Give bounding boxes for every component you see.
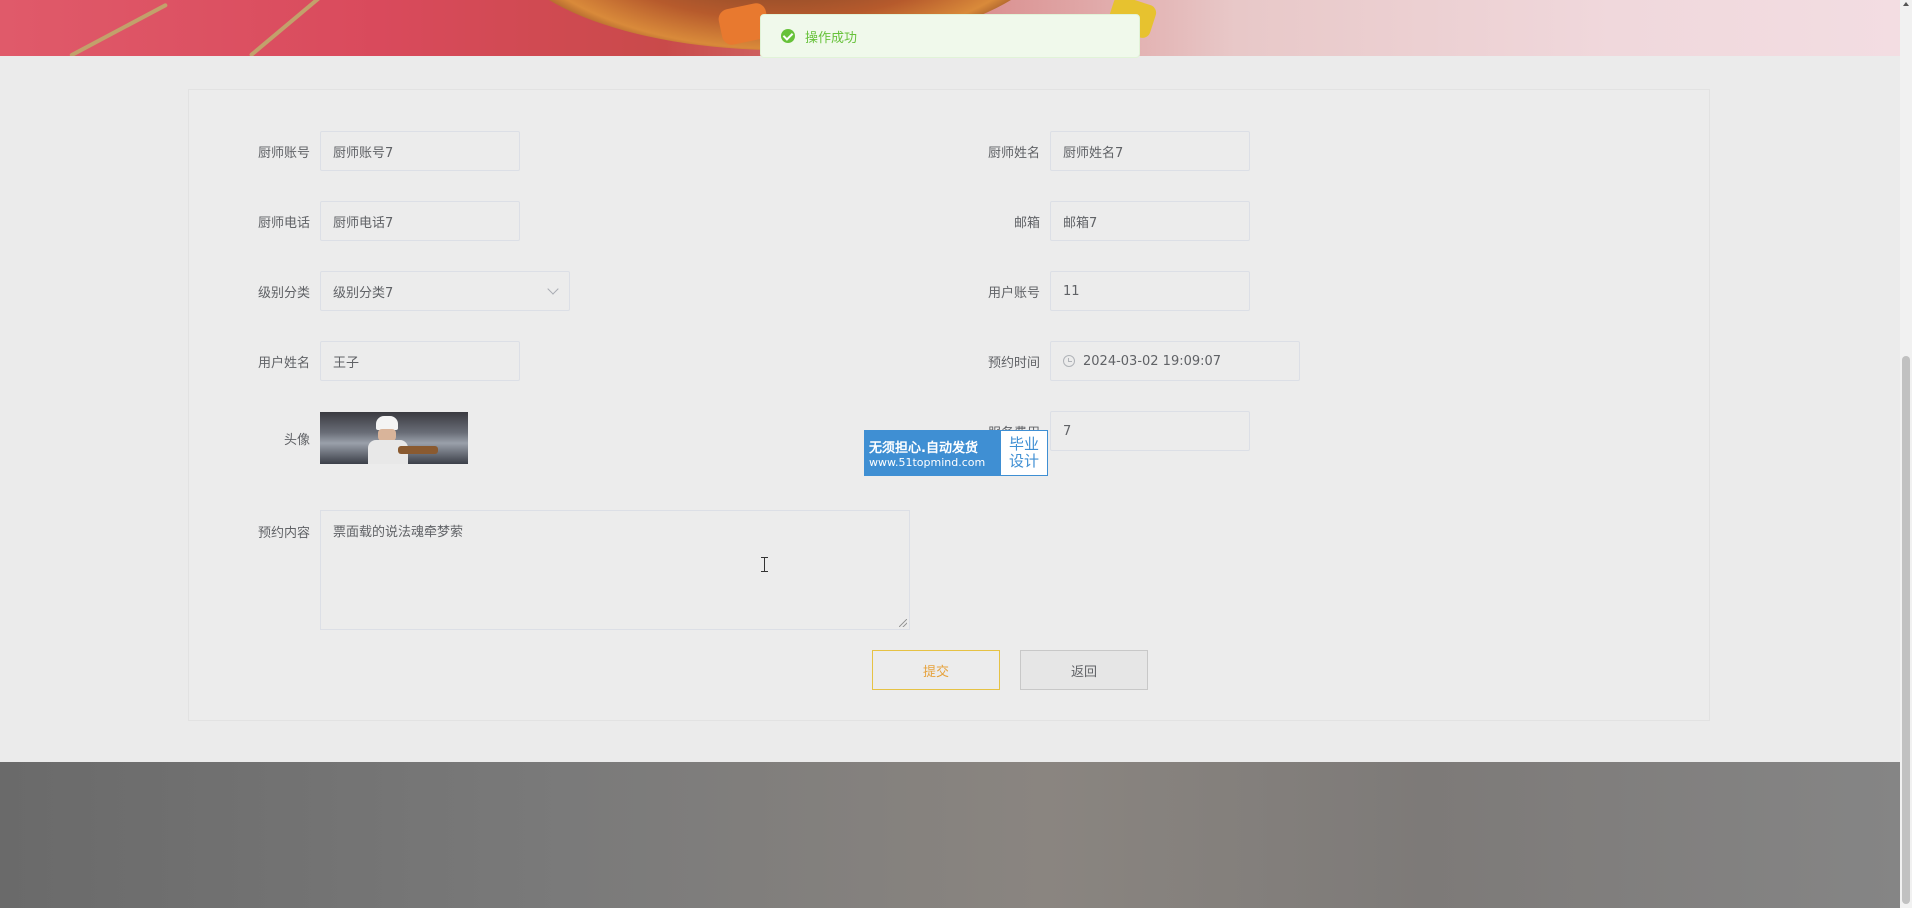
- clock-icon: [1063, 355, 1075, 367]
- user-name-input[interactable]: 王子: [320, 341, 520, 381]
- text-cursor-icon: [760, 557, 769, 572]
- watermark-badge-box: 毕业 设计: [1001, 431, 1047, 475]
- field-user-name: 用户姓名 王子: [200, 341, 520, 381]
- chevron-down-icon: [547, 283, 559, 295]
- field-user-account: 用户账号 11: [930, 271, 1250, 311]
- scrollbar-thumb[interactable]: [1902, 356, 1910, 904]
- email-input[interactable]: 邮箱7: [1050, 201, 1250, 241]
- watermark-badge-line2: 设计: [1008, 452, 1039, 470]
- level-select[interactable]: 级别分类7: [320, 271, 570, 311]
- field-level: 级别分类 级别分类7: [200, 271, 570, 311]
- service-fee-input[interactable]: 7: [1050, 411, 1250, 451]
- avatar-label: 头像: [283, 432, 310, 448]
- chef-account-label: 厨师账号: [257, 145, 310, 161]
- page-scrollbar[interactable]: [1900, 0, 1912, 908]
- user-name-label: 用户姓名: [257, 355, 310, 371]
- user-account-label: 用户账号: [987, 285, 1040, 301]
- chef-avatar-image[interactable]: [320, 412, 468, 464]
- field-email: 邮箱 邮箱7: [930, 201, 1250, 241]
- booking-content-text: 票面载的说法魂牵梦萦: [333, 525, 464, 540]
- chef-name-label: 厨师姓名: [987, 145, 1040, 161]
- footer-background: [0, 762, 1900, 908]
- watermark-url: www.51topmind.com: [869, 456, 986, 469]
- level-label: 级别分类: [257, 285, 310, 301]
- back-button[interactable]: 返回: [1020, 650, 1148, 690]
- chef-phone-input[interactable]: 厨师电话7: [320, 201, 520, 241]
- watermark-title: 无须担心.自动发货: [869, 441, 978, 456]
- booking-content-textarea[interactable]: 票面载的说法魂牵梦萦: [320, 510, 910, 630]
- chef-name-input[interactable]: 厨师姓名7: [1050, 131, 1250, 171]
- field-avatar: 头像: [200, 412, 468, 464]
- chopstick-image: [248, 0, 336, 56]
- booking-content-label: 预约内容: [257, 526, 310, 541]
- field-booking-time: 预约时间 2024-03-02 19:09:07: [930, 341, 1300, 381]
- email-label: 邮箱: [1013, 215, 1040, 231]
- toast-message: 操作成功: [805, 30, 858, 46]
- submit-button[interactable]: 提交: [872, 650, 1000, 690]
- field-chef-account: 厨师账号 厨师账号7: [200, 131, 520, 171]
- watermark-text: 无须担心.自动发货 www.51topmind.com: [865, 431, 1001, 475]
- scroll-up-arrow-icon[interactable]: [1903, 2, 1909, 6]
- field-chef-name: 厨师姓名 厨师姓名7: [930, 131, 1250, 171]
- check-circle-icon: [781, 29, 795, 43]
- level-selected-value: 级别分类7: [333, 285, 394, 301]
- chopstick-image: [69, 2, 169, 56]
- resize-grip-icon[interactable]: [899, 619, 907, 627]
- watermark-badge: 无须担心.自动发货 www.51topmind.com 毕业 设计: [864, 430, 1048, 476]
- booking-time-label: 预约时间: [987, 355, 1040, 371]
- watermark-badge-line1: 毕业: [1008, 435, 1039, 453]
- user-account-input[interactable]: 11: [1050, 271, 1250, 311]
- chef-hat-image: [376, 416, 398, 430]
- chef-phone-label: 厨师电话: [257, 215, 310, 231]
- booking-time-value: 2024-03-02 19:09:07: [1083, 353, 1222, 369]
- booking-time-picker[interactable]: 2024-03-02 19:09:07: [1050, 341, 1300, 381]
- watermark-badge-text: 毕业 设计: [1009, 436, 1039, 470]
- cutting-board-image: [398, 446, 438, 454]
- field-booking-content: 预约内容 票面载的说法魂牵梦萦: [200, 510, 910, 630]
- success-toast: 操作成功: [760, 14, 1140, 58]
- field-chef-phone: 厨师电话 厨师电话7: [200, 201, 520, 241]
- chef-account-input[interactable]: 厨师账号7: [320, 131, 520, 171]
